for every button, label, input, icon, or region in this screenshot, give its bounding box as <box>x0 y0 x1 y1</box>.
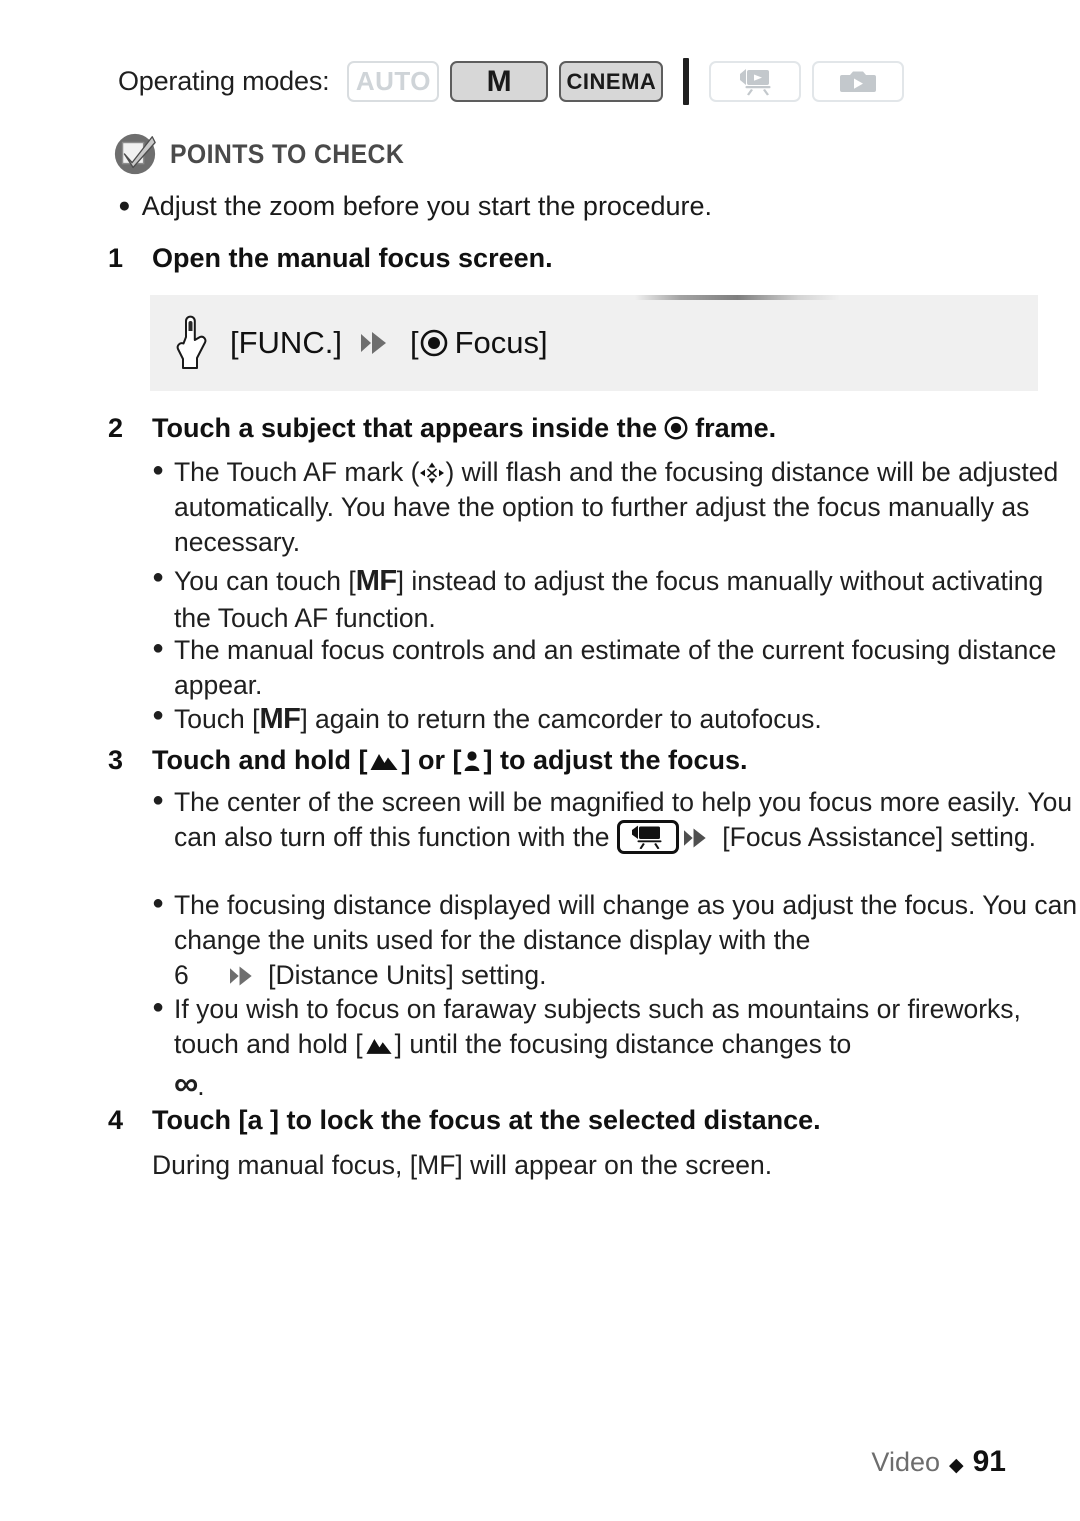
step-2-bullet-4-text: Touch [MF] again to return the camcorder… <box>174 700 1067 739</box>
procedure-focus-label: Focus] <box>454 325 548 360</box>
bullet-dot: ● <box>118 194 131 217</box>
step-3-bullet-1-text: The center of the screen will be magnifi… <box>174 785 1077 855</box>
touch-af-mark-icon <box>419 461 445 485</box>
points-to-check-bullet-text: Adjust the zoom before you start the pro… <box>141 191 713 221</box>
step-2-bullet-3-text: The manual focus controls and an estimat… <box>174 635 1057 701</box>
points-to-check-bullet: ● Adjust the zoom before you start the pr… <box>118 191 712 222</box>
scan-artifact <box>635 295 840 300</box>
focus-target-icon <box>420 329 448 357</box>
step-2-heading-after: frame. <box>695 413 777 443</box>
touch-af-text-part-1: The Touch AF mark ( <box>174 457 420 487</box>
page-number: 91 <box>972 1445 1006 1478</box>
checkbox-check-circle-icon <box>112 131 158 177</box>
infinity-glyph: ∞ <box>174 1065 198 1104</box>
infinity-period: . <box>197 1071 205 1102</box>
distance-units-text-part-1: The focusing distance displayed will cha… <box>174 890 1078 956</box>
step-3-bullet-2: ● The focusing distance displayed will c… <box>152 888 1080 994</box>
operating-modes-row: Operating modes: AUTO M CINEMA <box>118 58 905 105</box>
step-3-bullet-3: ● If you wish to focus on faraway subjec… <box>152 992 1080 1108</box>
procedure-sequence: [FUNC.] [ Focus] <box>150 310 548 376</box>
step-4-heading-text: Touch [a ] to lock the focus at the sele… <box>152 1105 821 1135</box>
photo-camera-playback-icon <box>838 68 878 96</box>
double-chevron-right-icon <box>682 825 712 851</box>
double-chevron-right-icon <box>228 963 258 989</box>
bullet-dot: ● <box>152 789 165 811</box>
mf-glyph: MF <box>355 565 397 597</box>
step-1-heading: 1 Open the manual focus screen. <box>108 243 1038 273</box>
mode-badge-cinema-label: CINEMA <box>566 68 657 94</box>
step-1: 1 Open the manual focus screen. <box>108 243 1038 273</box>
step-2-heading-before: Touch a subject that appears inside the <box>152 413 658 443</box>
step-2: 2 Touch a subject that appears inside th… <box>108 413 1038 443</box>
step-3-heading: 3 Touch and hold [ ] or [ ] to adjust th… <box>108 745 1038 775</box>
mf-glyph: MF <box>259 703 301 735</box>
step-3-bullet-1: ● The center of the screen will be magni… <box>152 785 1077 855</box>
step-1-heading-text: Open the manual focus screen. <box>152 243 553 273</box>
mode-badge-auto[interactable]: AUTO <box>347 61 440 102</box>
footer-section-label: Video <box>871 1447 940 1477</box>
step-3-heading-text: Touch and hold [ ] or [ ] to adjust the … <box>152 745 1038 775</box>
step-3-text-part-1: Touch and hold [ <box>152 745 368 775</box>
bullet-dot: ● <box>152 459 165 481</box>
mountain-far-focus-icon <box>369 750 399 772</box>
person-near-focus-icon <box>463 750 481 772</box>
step-1-number: 1 <box>108 243 124 273</box>
bullet-dot: ● <box>152 996 165 1018</box>
step-4-heading: 4 Touch [a ] to lock the focus at the se… <box>108 1105 1038 1135</box>
points-to-check-header: POINTS TO CHECK <box>112 131 425 177</box>
step-2-bullet-1-text: The Touch AF mark ( ) will flash and the… <box>174 455 1067 561</box>
mf-again-text-part-2: ] again to return the camcorder to autof… <box>300 704 822 734</box>
step-4: 4 Touch [a ] to lock the focus at the se… <box>108 1105 1038 1135</box>
step-3-bullet-2-text: The focusing distance displayed will cha… <box>174 888 1080 994</box>
page-footer: Video ◆ 91 <box>871 1445 1006 1479</box>
step-3-bullet-3-text: If you wish to focus on faraway subjects… <box>174 992 1080 1108</box>
mode-badge-m[interactable]: M <box>450 61 549 102</box>
step-3: 3 Touch and hold [ ] or [ ] to adjust th… <box>108 745 1038 775</box>
bullet-dot: ● <box>152 892 165 914</box>
step-2-heading-text: Touch a subject that appears inside the … <box>152 413 1038 443</box>
mf-again-text-part-1: Touch [ <box>174 704 260 734</box>
step-4-number: 4 <box>108 1105 124 1135</box>
step-2-heading: 2 Touch a subject that appears inside th… <box>108 413 1038 443</box>
step-4-note: During manual focus, [MF] will appear on… <box>152 1150 773 1180</box>
step-2-number: 2 <box>108 413 124 443</box>
step-2-bullet-2-text: You can touch [MF] instead to adjust the… <box>174 562 1067 636</box>
bullet-dot: ● <box>152 566 165 588</box>
focus-target-icon <box>664 416 688 440</box>
mode-badge-photo-playback[interactable] <box>812 61 905 102</box>
procedure-func-label: [FUNC.] <box>230 325 342 360</box>
step-2-bullet-1: ● The Touch AF mark ( ) will flash and t… <box>152 455 1067 561</box>
points-to-check-title: POINTS TO CHECK <box>170 138 405 169</box>
mode-badge-movie-playback[interactable] <box>709 61 802 102</box>
double-chevron-right-icon <box>359 328 393 358</box>
step-3-text-part-3: ] to adjust the focus. <box>483 745 748 775</box>
step-2-bullet-4: ● Touch [MF] again to return the camcord… <box>152 700 1067 739</box>
bullet-dot: ● <box>152 704 165 726</box>
operating-modes-label: Operating modes: <box>118 66 330 96</box>
bullet-dot: ● <box>152 637 165 659</box>
step-3-number: 3 <box>108 745 124 775</box>
movie-camera-playback-icon <box>732 67 778 97</box>
step-3-text-part-2: ] or [ <box>401 745 462 775</box>
procedure-box: [FUNC.] [ Focus] <box>150 295 1038 391</box>
mode-badge-cinema[interactable]: CINEMA <box>559 61 664 102</box>
step-2-bullet-2: ● You can touch [MF] instead to adjust t… <box>152 562 1067 636</box>
mode-badge-auto-label: AUTO <box>355 66 432 96</box>
procedure-open-bracket: [ <box>409 325 419 360</box>
procedure-focus-group: [ Focus] <box>410 325 548 361</box>
diamond-separator-icon: ◆ <box>949 1455 964 1476</box>
mf-touch-text-part-1: You can touch [ <box>174 566 356 596</box>
mountain-far-focus-icon <box>365 1035 393 1056</box>
infinity-text-part-2: ] until the focusing distance changes to <box>394 1029 852 1060</box>
mode-badge-m-label: M <box>486 64 513 98</box>
pointing-hand-icon <box>172 310 216 376</box>
distance-units-menu-number: 6 <box>174 960 189 991</box>
camcorder-menu-icon <box>616 820 679 855</box>
focus-assist-text-part-2: [Focus Assistance] setting. <box>714 822 1036 853</box>
distance-units-text-part-2: [Distance Units] setting. <box>260 960 547 991</box>
mode-divider <box>683 58 690 105</box>
step-2-bullet-3: ● The manual focus controls and an estim… <box>152 633 1067 703</box>
manual-page: Operating modes: AUTO M CINEMA POINTS TO… <box>0 0 1080 1521</box>
